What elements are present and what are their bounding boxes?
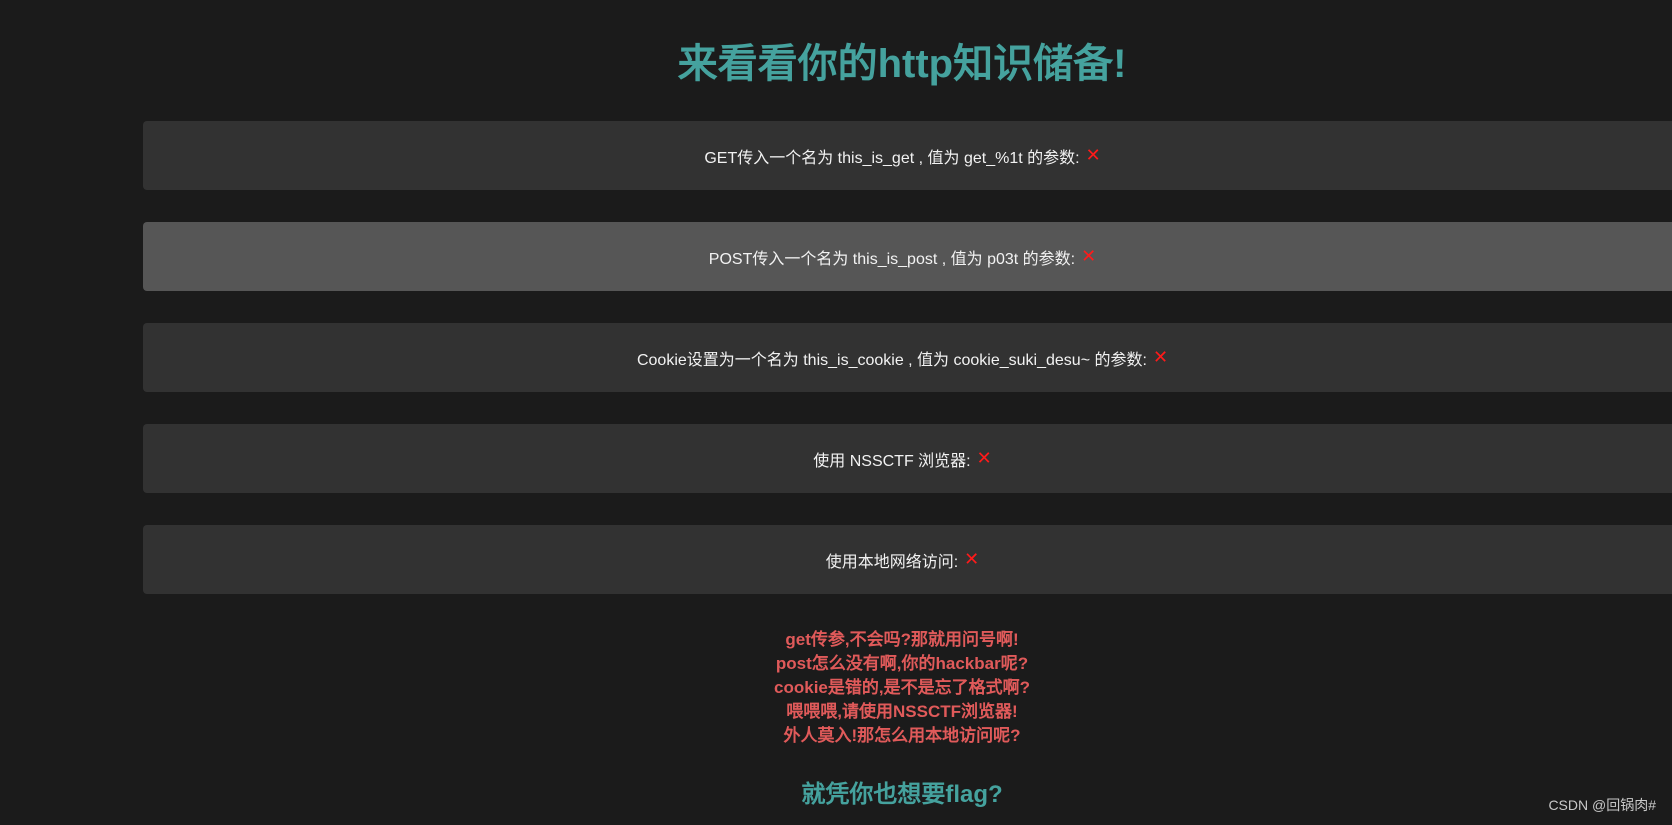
check-label-get: GET传入一个名为 this_is_get , 值为 get_%1t 的参数: [704,149,1080,167]
close-icon: ✕ [1081,246,1097,266]
check-row-cookie: Cookie设置为一个名为 this_is_cookie , 值为 cookie… [143,323,1662,392]
hint-list: get传参,不会吗?那就用问号啊! post怎么没有啊,你的hackbar呢? … [0,628,1672,748]
check-card-post: POST传入一个名为 this_is_post , 值为 p03t 的参数: ✕ [143,222,1672,291]
close-icon: ✕ [964,549,980,569]
page: 来看看你的http知识储备! GET传入一个名为 this_is_get , 值… [0,0,1672,825]
check-card-browser: 使用 NSSCTF 浏览器: ✕ [143,424,1672,493]
csdn-watermark: CSDN @回锅肉# [1548,797,1656,813]
check-card-cookie: Cookie设置为一个名为 this_is_cookie , 值为 cookie… [143,323,1672,392]
close-icon: ✕ [1152,347,1169,367]
check-row-browser: 使用 NSSCTF 浏览器: ✕ [143,424,1662,493]
hint-item-get: get传参,不会吗?那就用问号啊! [785,630,1019,649]
hint-item-post: post怎么没有啊,你的hackbar呢? [775,654,1029,673]
check-label-browser: 使用 NSSCTF 浏览器: [813,452,971,470]
check-card-local: 使用本地网络访问: ✕ [143,525,1672,594]
hint-item-cookie: cookie是错的,是不是忘了格式啊? [774,678,1030,697]
close-icon: ✕ [976,448,992,468]
check-row-post: POST传入一个名为 this_is_post , 值为 p03t 的参数: ✕ [143,222,1662,291]
check-card-get: GET传入一个名为 this_is_get , 值为 get_%1t 的参数: … [143,121,1672,190]
check-label-cookie: Cookie设置为一个名为 this_is_cookie , 值为 cookie… [636,351,1147,369]
check-label-local: 使用本地网络访问: [825,553,959,571]
close-icon: ✕ [1085,145,1101,165]
hint-item-browser: 喂喂喂,请使用NSSCTF浏览器! [786,702,1018,721]
check-row-local: 使用本地网络访问: ✕ [143,525,1662,594]
check-label-post: POST传入一个名为 this_is_post , 值为 p03t 的参数: [708,250,1076,268]
flag-question: 就凭你也想要flag? [801,781,1003,808]
page-title: 来看看你的http知识储备! [677,42,1127,86]
check-row-get: GET传入一个名为 this_is_get , 值为 get_%1t 的参数: … [143,121,1662,190]
hint-item-local: 外人莫入!那怎么用本地访问呢? [783,726,1021,745]
